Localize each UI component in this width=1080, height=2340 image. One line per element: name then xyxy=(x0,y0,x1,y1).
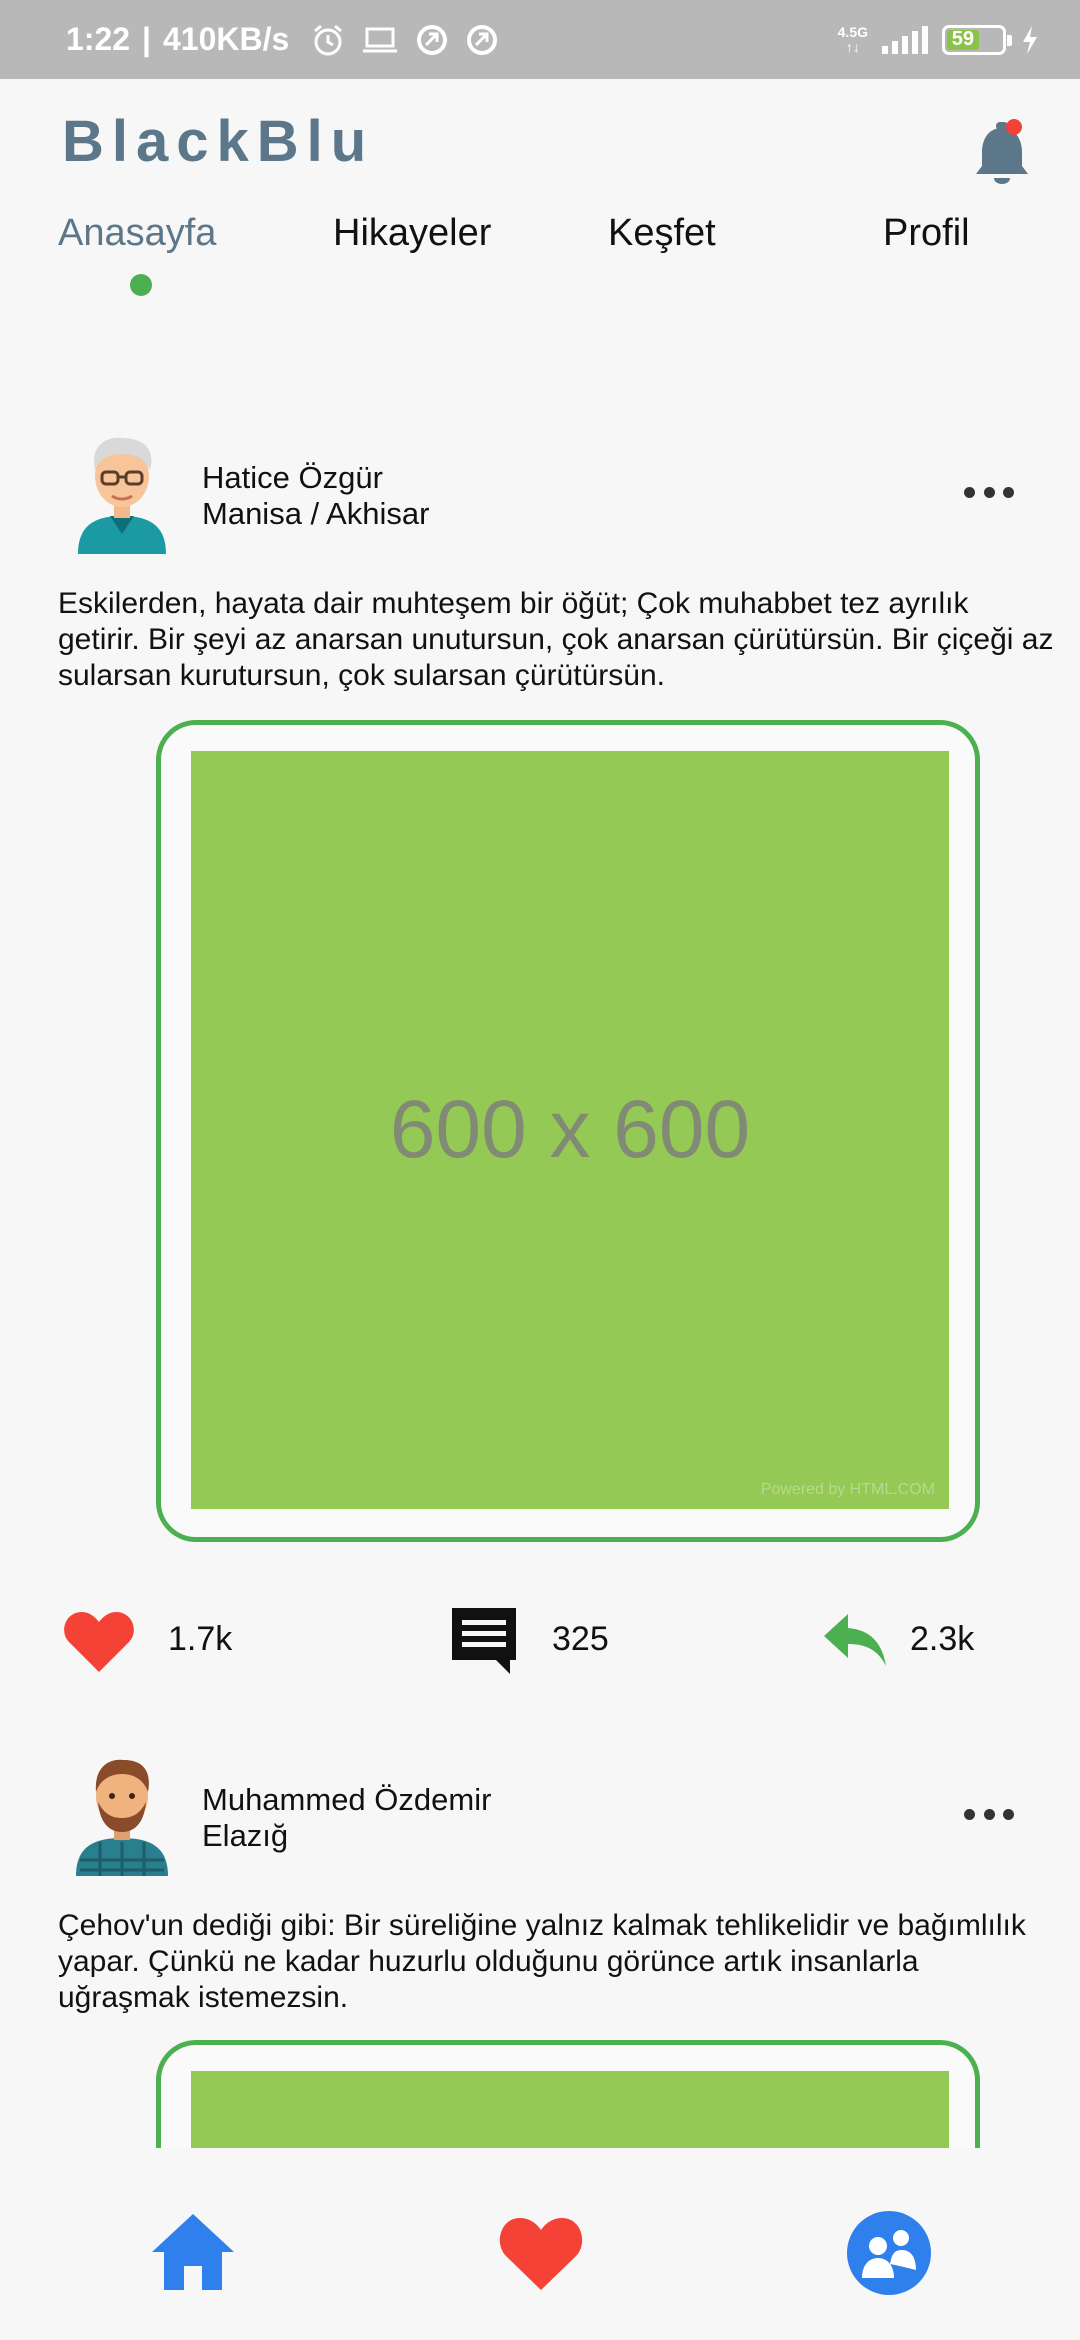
tab-anasayfa[interactable]: Anasayfa xyxy=(58,212,216,255)
dot xyxy=(1003,1808,1014,1820)
more-options-button[interactable] xyxy=(964,482,1014,502)
avatar[interactable] xyxy=(70,1752,174,1876)
status-time: 1:22 xyxy=(66,21,131,57)
post-image-frame[interactable]: 600 x 600 Powered by HTML.COM xyxy=(156,720,980,1542)
dot xyxy=(964,486,975,498)
comment-icon[interactable] xyxy=(448,1604,520,1676)
alarm-icon xyxy=(314,24,343,55)
status-left: 1:22 | 410KB/s xyxy=(66,21,499,58)
heart-icon[interactable] xyxy=(62,1608,136,1674)
laptop-icon xyxy=(363,27,398,52)
post-text: Eskilerden, hayata dair muhteşem bir öğü… xyxy=(58,587,1054,692)
charging-icon xyxy=(1023,25,1037,54)
home-icon[interactable] xyxy=(148,2208,238,2298)
status-icons xyxy=(311,23,499,57)
post-text: Çehov'un dediği gibi: Bir süreliğine yal… xyxy=(58,1909,1026,2014)
post-card: Hatice Özgür Manisa / Akhisar Eskilerden… xyxy=(0,430,1080,1700)
signal-icon xyxy=(882,25,928,54)
status-speed: 410KB/s xyxy=(163,21,290,57)
dot xyxy=(964,1808,975,1820)
dot xyxy=(983,1808,995,1820)
post-location: Manisa / Akhisar xyxy=(202,496,430,531)
share-count: 2.3k xyxy=(910,1620,975,1658)
sync-icon xyxy=(417,24,448,55)
dot xyxy=(1003,486,1014,498)
post-image: 600 x 600 Powered by HTML.COM xyxy=(191,751,949,1509)
image-placeholder-label: 600 x 600 xyxy=(389,1084,751,1175)
post-location: Elazığ xyxy=(202,1818,289,1853)
status-separator: | xyxy=(142,21,151,57)
sync-icon xyxy=(467,24,498,55)
people-icon[interactable] xyxy=(844,2208,934,2298)
tab-hikayeler[interactable]: Hikayeler xyxy=(333,212,491,255)
network-type: 4.5G ↑↓ xyxy=(837,23,868,55)
heart-icon[interactable] xyxy=(496,2208,586,2298)
active-tab-indicator xyxy=(130,274,152,296)
avatar[interactable] xyxy=(70,430,174,554)
app-title: BlackBlu xyxy=(62,109,375,174)
image-credit: Powered by HTML.COM xyxy=(760,1481,935,1498)
tab-profil[interactable]: Profil xyxy=(883,212,970,255)
bottom-nav xyxy=(0,2148,1080,2340)
status-right: 4.5G ↑↓ 59 xyxy=(837,23,1040,55)
post-card: Muhammed Özdemir Elazığ Çehov'un dediği … xyxy=(0,1752,1080,2271)
status-bar: 1:22 | 410KB/s 4.5G ↑↓ 59 xyxy=(0,0,1080,79)
tab-bar: Anasayfa Hikayeler Keşfet Profil xyxy=(0,208,1080,298)
bell-icon xyxy=(976,119,1028,184)
comment-count: 325 xyxy=(552,1620,609,1658)
post-author-name[interactable]: Muhammed Özdemir xyxy=(202,1782,491,1818)
notification-button[interactable] xyxy=(970,118,1034,190)
tab-kesfet[interactable]: Keşfet xyxy=(608,212,716,255)
more-options-button[interactable] xyxy=(964,1804,1014,1824)
like-count: 1.7k xyxy=(168,1620,233,1658)
battery-icon: 59 xyxy=(942,24,1012,55)
data-arrows-icon: ↑↓ xyxy=(845,38,860,55)
post-actions: 1.7k 325 2.3k xyxy=(0,1600,1080,1680)
post-author-name[interactable]: Hatice Özgür xyxy=(202,460,383,496)
battery-level: 59 xyxy=(947,28,979,50)
reply-icon[interactable] xyxy=(822,1610,888,1670)
dot xyxy=(983,486,995,498)
